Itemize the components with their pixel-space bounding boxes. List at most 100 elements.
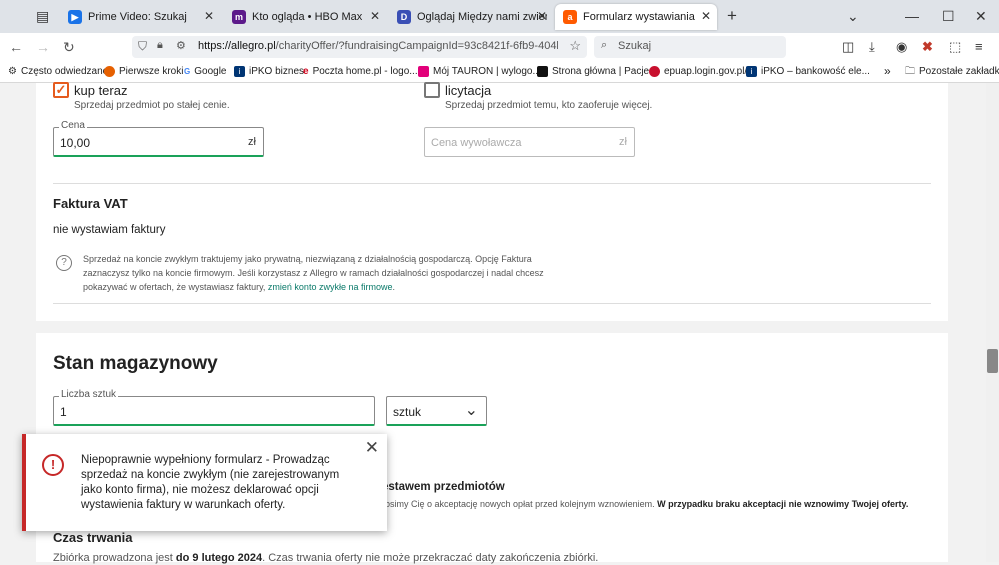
extension-icon[interactable]: ✖ — [922, 39, 933, 55]
account-icon[interactable]: ◉ — [896, 39, 907, 55]
vat-info-text: Sprzedaż na koncie zwykłym traktujemy ja… — [83, 252, 573, 294]
more-bookmarks-icon[interactable]: » — [884, 64, 891, 78]
vat-value[interactable]: nie wystawiam faktury — [53, 224, 165, 236]
tab-bar: ▤ ▶ Prime Video: Szukaj ✕ m Kto ogląda •… — [0, 0, 999, 33]
close-tab-icon[interactable]: ✕ — [370, 9, 380, 23]
navigation-bar: ← → ↻ ⛉ 🔒︎ ⚙ https://allegro.pl/charityO… — [0, 33, 999, 61]
bookmarks-bar: ⚙ Często odwiedzane Pierwsze kroki G Googl… — [0, 61, 999, 83]
pacjent-icon — [537, 66, 548, 77]
buy-now-checkbox[interactable]: ✓ — [53, 82, 69, 98]
tab-title: Oglądaj Między nami zwierzakami — [417, 11, 547, 23]
buy-now-label: kup teraz — [74, 83, 128, 98]
list-tabs-icon[interactable]: ⌄ — [847, 8, 859, 25]
error-icon: ! — [42, 454, 64, 476]
other-bookmarks[interactable]: 🗀 Pozostałe zakładki — [905, 66, 999, 77]
duration-date: do 9 lutego 2024 — [175, 552, 263, 564]
close-tab-icon[interactable]: ✕ — [701, 9, 711, 23]
scrollbar-track[interactable] — [986, 83, 999, 562]
bookmark-item[interactable]: ⚙ Często odwiedzane — [8, 66, 108, 77]
price-input[interactable]: Cena 10,00 zł — [53, 120, 264, 157]
close-icon[interactable]: ✕ — [365, 438, 379, 458]
auction-checkbox[interactable] — [424, 82, 440, 98]
price-currency: zł — [248, 136, 256, 148]
duration-title: Czas trwania — [53, 530, 133, 545]
tab-hbo-max[interactable]: m Kto ogląda • HBO Max ✕ — [224, 4, 386, 30]
prime-video-icon: ▶ — [68, 10, 82, 24]
bookmark-item[interactable]: epuap.login.gov.pl/ — [649, 66, 747, 77]
pocket-icon[interactable]: ◫ — [842, 39, 854, 55]
bookmark-label: Pozostałe zakładki — [919, 66, 999, 77]
change-to-business-account-link[interactable]: zmień konto zwykłe na firmowe — [268, 282, 393, 292]
price-legend: Cena — [59, 120, 87, 131]
downloads-icon[interactable]: ⤓ — [869, 39, 875, 55]
bookmark-label: Pierwsze kroki — [119, 66, 184, 77]
tab-disney[interactable]: D Oglądaj Między nami zwierzakami ✕ — [389, 4, 553, 30]
back-icon[interactable]: ← — [9, 39, 23, 55]
bookmark-item[interactable]: Strona główna | Pacjent — [537, 66, 657, 77]
vat-info-line: Sprzedaż na koncie zwykłym traktujemy ja… — [83, 254, 532, 264]
new-tab-icon[interactable]: + — [727, 6, 737, 26]
tab-title: Formularz wystawiania — [583, 11, 695, 23]
price-value: 10,00 — [60, 136, 91, 150]
maximize-icon[interactable]: ☐ — [942, 8, 955, 25]
gear-icon: ⚙ — [8, 66, 17, 77]
minimize-icon[interactable]: — — [905, 8, 919, 24]
duration-desc: Zbiórka prowadzona jest — [53, 552, 173, 564]
search-input[interactable]: ⌕ Szukaj — [594, 36, 786, 58]
shield-icon[interactable]: ⛉ — [138, 39, 147, 54]
bookmark-label: iPKO – bankowość ele... — [761, 66, 870, 77]
menu-icon[interactable]: ≡ — [975, 39, 983, 54]
firefox-icon — [104, 66, 115, 77]
auction-description: Sprzedaj przedmiot temu, kto zaoferuje w… — [445, 100, 653, 111]
starting-price-currency: zł — [619, 136, 627, 148]
bookmark-label: Poczta home.pl - logo... — [312, 66, 418, 77]
reload-icon[interactable]: ↻ — [63, 39, 75, 56]
lock-icon[interactable]: 🔒︎ — [157, 39, 163, 52]
bookmark-label: iPKO biznes — [249, 66, 305, 77]
home-pl-icon: e — [303, 66, 309, 77]
quantity-input[interactable]: Liczba sztuk 1 — [53, 389, 375, 426]
bookmark-star-icon[interactable]: ☆ — [569, 38, 581, 54]
bookmark-item[interactable]: Mój TAURON | wylogo... — [418, 66, 541, 77]
forward-icon[interactable]: → — [36, 39, 50, 55]
stock-title: Stan magazynowy — [53, 353, 218, 374]
divider — [53, 303, 931, 304]
vat-info-line: zaznaczysz tylko na koncie firmowym. Jeś… — [83, 268, 544, 278]
vat-title: Faktura VAT — [53, 196, 128, 211]
bookmark-label: Google — [194, 66, 227, 77]
starting-price-input[interactable]: Cena wywoławcza zł — [424, 127, 635, 157]
error-message: Niepoprawnie wypełniony formularz - Prow… — [81, 454, 340, 511]
extensions-puzzle-icon[interactable]: ⬚ — [949, 39, 961, 55]
unit-value: sztuk — [393, 405, 422, 419]
search-icon: ⌕ — [601, 39, 608, 51]
bookmark-label: Często odwiedzane — [20, 66, 109, 77]
hbo-max-icon: m — [232, 10, 246, 24]
url-bar[interactable]: ⛉ 🔒︎ ⚙ https://allegro.pl/charityOffer/?… — [132, 36, 587, 58]
bookmark-item[interactable]: i iPKO – bankowość ele... — [746, 66, 870, 77]
scrollbar-thumb[interactable] — [987, 349, 998, 373]
close-tab-icon[interactable]: ✕ — [204, 9, 214, 23]
quantity-value: 1 — [60, 405, 67, 419]
bookmark-item[interactable]: Pierwsze kroki — [104, 66, 183, 77]
tab-allegro-form[interactable]: a Formularz wystawiania ✕ — [555, 4, 717, 30]
close-window-icon[interactable]: ✕ — [975, 8, 987, 25]
error-toast: ! Niepoprawnie wypełniony formularz - Pr… — [22, 434, 387, 531]
tab-title: Prime Video: Szukaj — [88, 11, 187, 23]
url-text[interactable]: https://allegro.pl/charityOffer/?fundrai… — [198, 40, 558, 52]
permissions-icon[interactable]: ⚙ — [176, 39, 186, 52]
allegro-icon: a — [563, 10, 577, 24]
tab-overview-icon[interactable]: ▤ — [36, 8, 49, 25]
bookmark-item[interactable]: i iPKO biznes — [234, 66, 304, 77]
close-tab-icon[interactable]: ✕ — [537, 9, 547, 23]
buy-now-description: Sprzedaj przedmiot po stałej cenie. — [74, 100, 230, 111]
unit-select[interactable]: sztuk ⌄ — [386, 396, 487, 426]
pko-icon: i — [234, 66, 245, 77]
epuap-icon — [649, 66, 660, 77]
bookmark-item[interactable]: G Google — [184, 66, 226, 77]
question-icon: ? — [56, 255, 72, 271]
chevron-down-icon: ⌄ — [464, 402, 478, 419]
auction-label: licytacja — [445, 83, 492, 98]
bookmark-item[interactable]: e Poczta home.pl - logo... — [303, 66, 418, 77]
bookmark-label: Strona główna | Pacjent — [552, 66, 658, 77]
tab-prime-video[interactable]: ▶ Prime Video: Szukaj ✕ — [60, 4, 220, 30]
